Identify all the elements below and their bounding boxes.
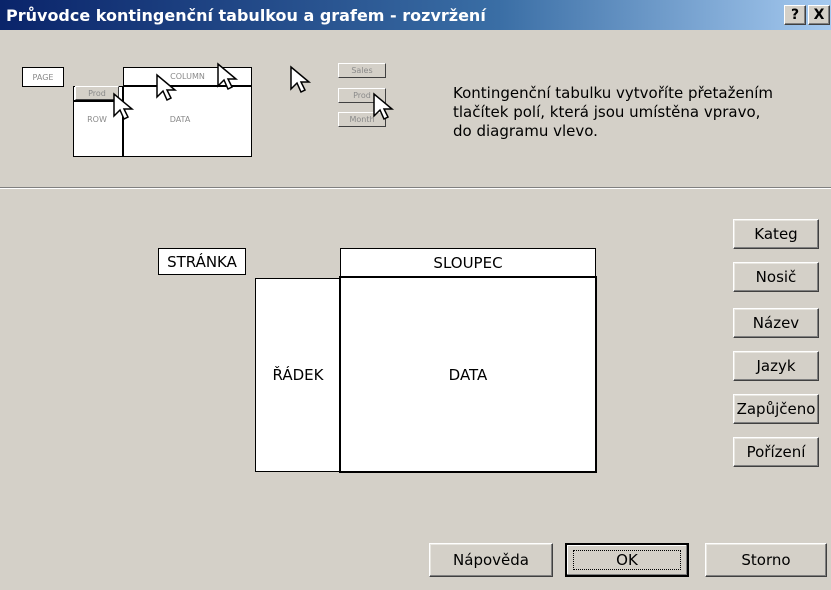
title-bar[interactable]: Průvodce kontingenční tabulkou a grafem …: [0, 0, 831, 30]
field-button-nosic[interactable]: Nosič: [733, 262, 819, 292]
ok-button[interactable]: OK: [565, 543, 689, 577]
cursor-icon: [113, 92, 135, 121]
close-button[interactable]: X: [808, 5, 830, 25]
help-button[interactable]: Nápověda: [429, 543, 553, 577]
instructions-text: Kontingenční tabulku vytvoříte přetažení…: [453, 84, 773, 140]
cursor-icon: [156, 73, 178, 102]
field-button-kateg[interactable]: Kateg: [733, 219, 819, 249]
focus-ring: [573, 550, 681, 570]
cursor-icon: [373, 92, 395, 121]
page-drop-area[interactable]: STRÁNKA: [158, 248, 246, 275]
cancel-button[interactable]: Storno: [705, 543, 827, 577]
row-drop-area[interactable]: ŘÁDEK: [255, 278, 341, 472]
field-button-zapujceno[interactable]: Zapůjčeno: [733, 394, 819, 424]
cursor-icon: [290, 65, 312, 94]
illustration-data-label: DATA: [169, 114, 191, 124]
field-button-nazev[interactable]: Název: [733, 308, 819, 338]
field-button-jazyk[interactable]: Jazyk: [733, 351, 819, 381]
help-title-button[interactable]: ?: [784, 5, 806, 25]
separator: [0, 187, 831, 189]
cursor-icon: [217, 62, 239, 91]
illustration-sales-button: Sales: [338, 63, 386, 78]
data-drop-area[interactable]: DATA: [339, 276, 597, 473]
illustration-page: PAGE: [22, 67, 64, 87]
column-drop-area[interactable]: SLOUPEC: [340, 248, 596, 278]
field-button-porizeni[interactable]: Pořízení: [733, 437, 819, 467]
window-title: Průvodce kontingenční tabulkou a grafem …: [6, 5, 486, 25]
illustration-page-label: PAGE: [32, 72, 54, 82]
